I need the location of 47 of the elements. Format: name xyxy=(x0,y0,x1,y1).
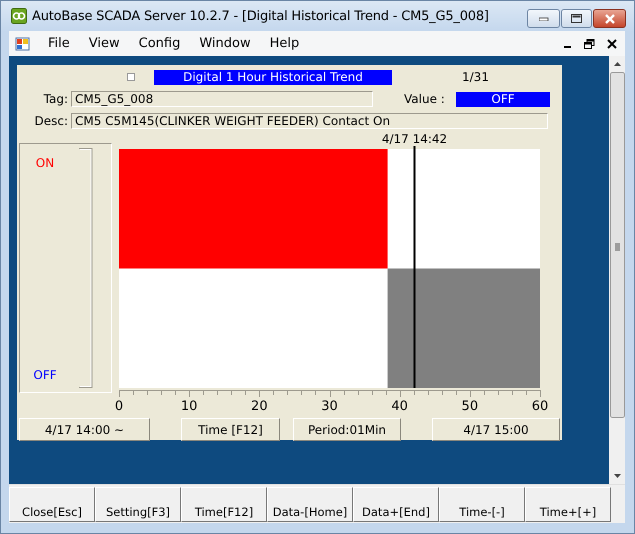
cursor-time-label: 4/17 14:42 xyxy=(382,132,448,146)
checkbox[interactable] xyxy=(127,73,135,81)
axis-tick-label: 0 xyxy=(115,399,124,414)
menu-item[interactable]: View xyxy=(82,36,127,51)
axis-tick-label: 10 xyxy=(180,399,198,414)
close-button[interactable] xyxy=(593,9,626,28)
close-icon[interactable] xyxy=(607,38,617,48)
function-key-button[interactable]: Data-[Home] xyxy=(267,487,353,522)
minimize-button[interactable] xyxy=(527,9,560,28)
axis-tick-label: 60 xyxy=(532,399,548,414)
value-label: Value : xyxy=(404,92,446,106)
function-key-button[interactable]: Data+[End] xyxy=(353,487,439,522)
tag-label: Tag: xyxy=(42,92,68,106)
function-key-button[interactable]: Setting[F3] xyxy=(95,487,181,522)
minimize-icon xyxy=(538,16,548,20)
menu-item[interactable]: File xyxy=(41,36,77,51)
state-label: OFF xyxy=(33,368,57,382)
period-button[interactable]: Period:01Min xyxy=(293,418,401,441)
page-counter: 1/31 xyxy=(462,70,489,84)
scrollbar-thumb[interactable] xyxy=(610,72,624,418)
range-start-button[interactable]: 4/17 14:00 ~ xyxy=(19,418,150,441)
restore-icon[interactable] xyxy=(584,38,595,48)
desc-field: CM5 C5M145(CLINKER WEIGHT FEEDER) Contact On xyxy=(71,113,548,129)
menu-item[interactable]: Window xyxy=(192,36,258,51)
axis-tick-label: 40 xyxy=(391,399,408,414)
value-indicator: OFF xyxy=(456,92,550,106)
app-icon xyxy=(11,8,27,24)
menu-item[interactable]: Help xyxy=(262,36,306,51)
desc-label: Desc: xyxy=(33,114,68,128)
function-key-button[interactable]: Time[F12] xyxy=(181,487,267,522)
time-button[interactable]: Time [F12] xyxy=(181,418,280,441)
window-title: AutoBase SCADA Server 10.2.7 - [Digital Historical Trend - CM5_G5_008] xyxy=(32,8,490,24)
function-key-button[interactable]: Close[Esc] xyxy=(9,487,95,522)
menu-item[interactable]: Config xyxy=(132,36,188,51)
trend-heading: Digital 1 Hour Historical Trend xyxy=(154,70,392,84)
document-icon[interactable] xyxy=(15,36,31,52)
maximize-button[interactable] xyxy=(561,9,592,28)
function-key-button[interactable]: Time-[-] xyxy=(439,487,525,522)
axis-tick-label: 20 xyxy=(251,399,268,414)
range-end-button[interactable]: 4/17 15:00 xyxy=(432,418,560,441)
state-label: ON xyxy=(36,156,54,170)
axis-tick-label: 50 xyxy=(462,399,478,414)
close-icon xyxy=(604,14,616,24)
function-key-button[interactable]: Time+[+] xyxy=(525,487,611,522)
tag-field: CM5_G5_008 xyxy=(71,91,373,107)
axis-tick-label: 30 xyxy=(321,399,338,414)
maximize-icon xyxy=(571,14,582,23)
